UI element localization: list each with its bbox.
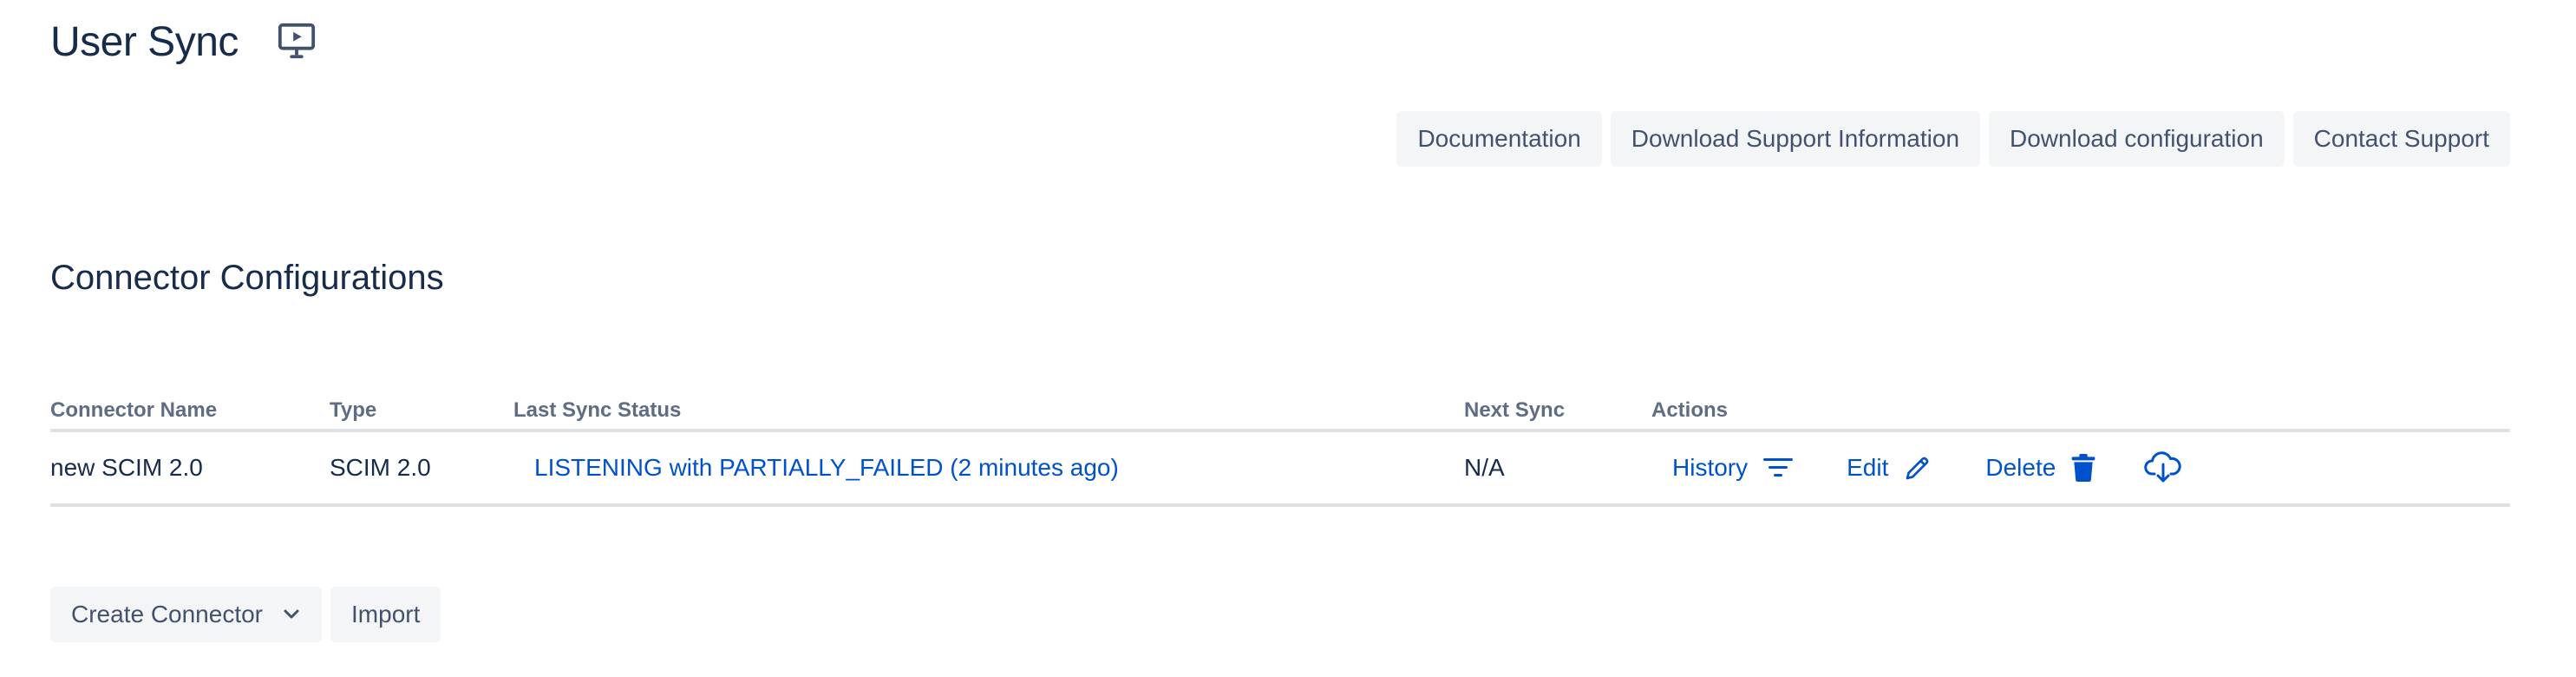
filter-icon [1763,456,1794,480]
edit-action[interactable]: Edit [1847,454,1932,482]
table-row: new SCIM 2.0 SCIM 2.0 LISTENING with PAR… [50,432,2510,507]
edit-label: Edit [1847,454,1889,481]
presentation-play-icon[interactable] [275,20,318,63]
chevron-down-icon [282,608,301,621]
contact-support-button[interactable]: Contact Support [2292,111,2510,167]
history-label: History [1672,454,1749,481]
pencil-icon [1904,454,1932,482]
page-header: User Sync [50,16,318,68]
column-header-connector-name: Connector Name [50,398,218,422]
last-sync-status-link[interactable]: LISTENING with PARTIALLY_FAILED (2 minut… [534,454,1119,482]
delete-label: Delete [1985,454,2056,481]
bottom-toolbar: Create Connector Import [50,587,441,642]
table-header: Connector Name Type Last Sync Status Nex… [50,392,2510,432]
documentation-button[interactable]: Documentation [1396,111,1602,167]
history-action[interactable]: History [1672,454,1794,482]
connector-table: Connector Name Type Last Sync Status Nex… [50,392,2510,507]
section-title: Connector Configurations [50,259,444,297]
create-connector-label: Create Connector [71,601,264,628]
column-header-last-sync-status: Last Sync Status [513,398,682,422]
top-toolbar: Documentation Download Support Informati… [1396,111,2510,167]
next-sync-cell: N/A [1464,454,1505,481]
import-button[interactable]: Import [330,587,441,642]
column-header-next-sync: Next Sync [1464,398,1566,422]
trash-icon [2071,454,2095,482]
delete-action[interactable]: Delete [1985,454,2095,482]
create-connector-button[interactable]: Create Connector [50,587,323,642]
actions-cell: History Edit Delete [1651,451,2510,484]
download-support-information-button[interactable]: Download Support Information [1610,111,1981,167]
column-header-actions: Actions [1651,398,1729,422]
page-title: User Sync [50,18,239,65]
last-sync-status-cell: LISTENING with PARTIALLY_FAILED (2 minut… [513,454,1464,482]
download-configuration-button[interactable]: Download configuration [1989,111,2285,167]
column-header-type: Type [330,398,377,422]
connector-type-cell: SCIM 2.0 [330,454,431,481]
cloud-download-icon[interactable] [2144,451,2182,484]
connector-name-cell: new SCIM 2.0 [50,454,203,481]
